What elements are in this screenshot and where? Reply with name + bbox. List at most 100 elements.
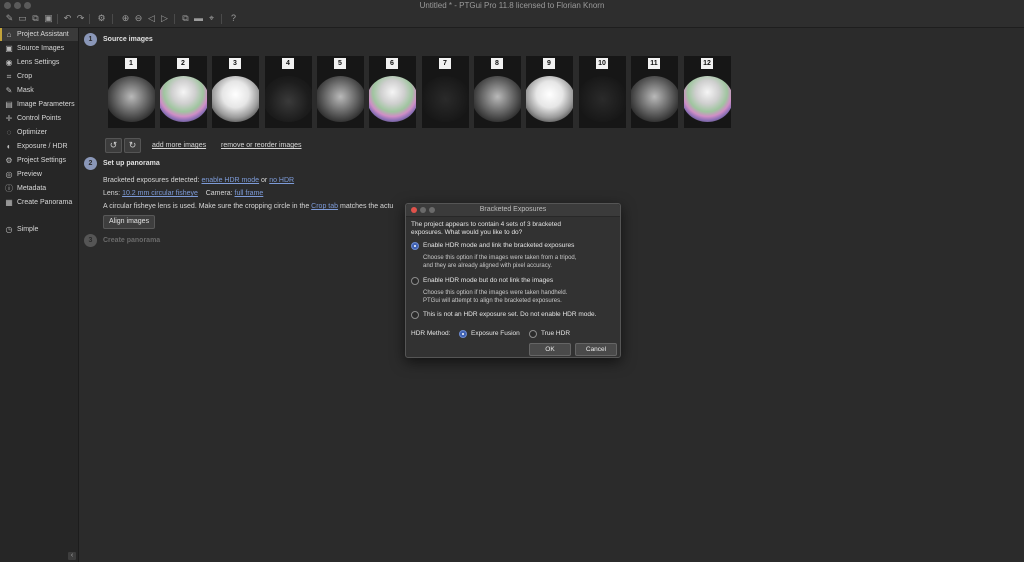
rotate-right-button[interactable]: ↻ <box>124 138 141 153</box>
fisheye-image <box>422 76 469 122</box>
crop-tab-link[interactable]: Crop tab <box>311 203 338 210</box>
fisheye-image <box>317 76 364 122</box>
ok-button[interactable]: OK <box>529 343 571 356</box>
panorama-editor-icon[interactable]: ⧉ <box>180 13 191 24</box>
fisheye-note: A circular fisheye lens is used. Make su… <box>103 203 394 210</box>
step-2-title: Set up panorama <box>103 160 160 167</box>
undo-icon[interactable]: ↶ <box>62 13 73 24</box>
forward-icon[interactable]: ▷ <box>159 13 170 24</box>
option-no-link-radio[interactable] <box>411 277 419 285</box>
settings-icon[interactable]: ⚙ <box>96 13 107 24</box>
step-2-badge: 2 <box>84 157 97 170</box>
rewind-icon[interactable]: ◁ <box>146 13 157 24</box>
simple-mode-icon: ◷ <box>5 225 13 234</box>
sidebar-item-exposure-hdr[interactable]: ◐ Exposure / HDR <box>0 140 78 153</box>
thumbnail-9[interactable]: 9 <box>526 56 573 128</box>
option-no-link-desc1: Choose this option if the images were ta… <box>423 290 568 296</box>
new-project-icon[interactable]: ✎ <box>4 13 15 24</box>
thumbnail-8[interactable]: 8 <box>474 56 521 128</box>
thumbnail-3[interactable]: 3 <box>212 56 259 128</box>
sidebar-item-mask[interactable]: ✎ Mask <box>0 84 78 97</box>
exposure-icon: ◐ <box>6 142 12 151</box>
lens-value-link[interactable]: 10.2 mm circular fisheye <box>122 190 198 197</box>
panorama-icon: ▦ <box>5 198 13 207</box>
optimizer-icon: ◌ <box>6 128 12 137</box>
fisheye-image <box>160 76 207 122</box>
lens-camera-line: Lens: 10.2 mm circular fisheye Camera: f… <box>103 190 264 197</box>
info-icon: ⓘ <box>5 184 13 193</box>
source-image-strip: 1 2 3 4 5 6 7 8 9 10 11 12 <box>108 56 733 128</box>
home-icon: ⌂ <box>6 30 12 39</box>
fisheye-image <box>369 76 416 122</box>
title-bar: Untitled * - PTGui Pro 11.8 licensed to … <box>0 0 1024 11</box>
sidebar-item-image-parameters[interactable]: ▤ Image Parameters <box>0 98 78 111</box>
option-not-hdr-radio[interactable] <box>411 311 419 319</box>
zoom-in-icon[interactable]: ⊕ <box>120 13 131 24</box>
align-images-button[interactable]: Align images <box>103 215 156 229</box>
toolbar: ✎ ▭ ⧉ ▣ ↶ ↷ ⚙ ⊕ ⊖ ◁ ▷ ⧉ ▬ ⌖ ? <box>0 11 1024 28</box>
fisheye-image <box>212 76 259 122</box>
fisheye-image <box>265 76 312 122</box>
no-hdr-link[interactable]: no HDR <box>269 177 294 184</box>
step-3-title: Create panorama <box>103 237 161 244</box>
sidebar-item-project-assistant[interactable]: ⌂ Project Assistant <box>0 28 78 41</box>
thumbnail-11[interactable]: 11 <box>631 56 678 128</box>
rotate-left-button[interactable]: ↺ <box>105 138 122 153</box>
collapse-sidebar-button[interactable]: ‹ <box>68 552 76 560</box>
sidebar-item-project-settings[interactable]: ⚙ Project Settings <box>0 154 78 167</box>
sidebar-item-source-images[interactable]: ▣ Source Images <box>0 42 78 55</box>
bracketed-exposures-line: Bracketed exposures detected: enable HDR… <box>103 177 295 184</box>
location-icon[interactable]: ⌖ <box>206 13 217 24</box>
fisheye-image <box>526 76 573 122</box>
option-link-bracketed-radio[interactable] <box>411 242 419 250</box>
sidebar-item-preview[interactable]: ◎ Preview <box>0 168 78 181</box>
thumbnail-7[interactable]: 7 <box>422 56 469 128</box>
thumbnail-10[interactable]: 10 <box>579 56 626 128</box>
sidebar-item-simple[interactable]: ◷ Simple <box>0 223 78 236</box>
camera-value-link[interactable]: full frame <box>235 190 264 197</box>
fisheye-image <box>579 76 626 122</box>
sidebar-item-create-panorama[interactable]: ▦ Create Panorama <box>0 196 78 209</box>
open-icon[interactable]: ▭ <box>17 13 28 24</box>
bracketed-exposures-dialog: Bracketed Exposures The project appears … <box>405 203 621 358</box>
exposure-fusion-label[interactable]: Exposure Fusion <box>471 330 520 337</box>
save-as-icon[interactable]: ⧉ <box>30 13 41 24</box>
thumbnail-6[interactable]: 6 <box>369 56 416 128</box>
option-link-bracketed-label[interactable]: Enable HDR mode and link the bracketed e… <box>423 242 574 249</box>
cancel-button[interactable]: Cancel <box>575 343 617 356</box>
option-no-link-label[interactable]: Enable HDR mode but do not link the imag… <box>423 277 553 284</box>
fisheye-image <box>684 76 731 122</box>
rotate-cw-icon: ↻ <box>128 140 137 150</box>
images-icon: ▣ <box>5 44 13 53</box>
sidebar-item-crop[interactable]: ⌗ Crop <box>0 70 78 83</box>
save-icon[interactable]: ▣ <box>43 13 54 24</box>
redo-icon[interactable]: ↷ <box>75 13 86 24</box>
option-link-bracketed-desc2: and they are already aligned with pixel … <box>423 263 552 269</box>
sidebar-item-optimizer[interactable]: ◌ Optimizer <box>0 126 78 139</box>
thumbnail-5[interactable]: 5 <box>317 56 364 128</box>
hdr-method-label: HDR Method: <box>411 330 451 337</box>
thumbnail-1[interactable]: 1 <box>108 56 155 128</box>
dialog-title-bar: Bracketed Exposures <box>406 204 620 217</box>
fisheye-image <box>108 76 155 122</box>
display-icon[interactable]: ▬ <box>193 13 204 24</box>
sidebar-item-metadata[interactable]: ⓘ Metadata <box>0 182 78 195</box>
remove-reorder-images-link[interactable]: remove or reorder images <box>221 142 302 149</box>
sidebar-item-control-points[interactable]: ✛ Control Points <box>0 112 78 125</box>
true-hdr-label[interactable]: True HDR <box>541 330 570 337</box>
zoom-out-icon[interactable]: ⊖ <box>133 13 144 24</box>
option-no-link-desc2: PTGui will attempt to align the brackete… <box>423 298 562 304</box>
step-3-badge: 3 <box>84 234 97 247</box>
fisheye-image <box>631 76 678 122</box>
true-hdr-radio[interactable] <box>529 330 537 338</box>
sidebar-item-lens-settings[interactable]: ◉ Lens Settings <box>0 56 78 69</box>
enable-hdr-mode-link[interactable]: enable HDR mode <box>201 177 259 184</box>
thumbnail-12[interactable]: 12 <box>684 56 731 128</box>
rotate-ccw-icon: ↺ <box>109 140 118 150</box>
thumbnail-4[interactable]: 4 <box>265 56 312 128</box>
option-not-hdr-label[interactable]: This is not an HDR exposure set. Do not … <box>423 311 596 318</box>
thumbnail-2[interactable]: 2 <box>160 56 207 128</box>
exposure-fusion-radio[interactable] <box>459 330 467 338</box>
add-more-images-link[interactable]: add more images <box>152 142 206 149</box>
help-icon[interactable]: ? <box>228 13 239 24</box>
